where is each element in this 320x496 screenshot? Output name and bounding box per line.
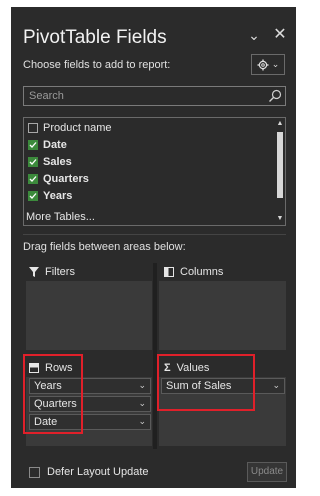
field-item-product-name[interactable]: Product name bbox=[28, 120, 111, 136]
field-list: Product name Date Sales Quarters Years M… bbox=[23, 117, 286, 226]
field-label: Sales bbox=[43, 156, 72, 168]
more-tables-link[interactable]: More Tables... bbox=[26, 211, 95, 223]
checkbox-unchecked[interactable] bbox=[28, 123, 38, 133]
close-icon[interactable]: ✕ bbox=[270, 25, 290, 45]
scroll-up-icon[interactable]: ▲ bbox=[276, 120, 284, 128]
drag-instruction: Drag fields between areas below: bbox=[23, 241, 186, 253]
field-item-years[interactable]: Years bbox=[28, 188, 72, 204]
checkbox-checked[interactable] bbox=[28, 191, 38, 201]
values-highlight-box bbox=[157, 354, 255, 411]
rows-highlight-box bbox=[23, 354, 83, 434]
columns-area-label: Columns bbox=[164, 266, 223, 278]
columns-drop-area[interactable] bbox=[159, 281, 286, 350]
columns-icon bbox=[164, 267, 174, 277]
search-icon[interactable] bbox=[268, 89, 282, 103]
chevron-down-icon[interactable]: ⌄ bbox=[138, 416, 146, 427]
checkbox-unchecked[interactable] bbox=[29, 466, 40, 478]
pivottable-fields-pane: PivotTable Fields ⌄ ✕ Choose fields to a… bbox=[11, 7, 296, 488]
choose-fields-label: Choose fields to add to report: bbox=[23, 59, 171, 71]
checkmark-icon bbox=[29, 176, 37, 182]
checkmark-icon bbox=[29, 142, 37, 148]
chevron-down-icon[interactable]: ⌄ bbox=[138, 398, 146, 409]
chevron-down-icon[interactable]: ⌄ bbox=[138, 380, 146, 391]
filter-icon bbox=[29, 267, 39, 277]
field-item-date[interactable]: Date bbox=[28, 137, 67, 153]
tools-settings-button[interactable]: ⌄ bbox=[251, 54, 285, 75]
scrollbar-thumb[interactable] bbox=[277, 132, 283, 198]
field-label: Years bbox=[43, 190, 73, 202]
columns-label: Columns bbox=[180, 266, 224, 278]
scroll-down-icon[interactable]: ▼ bbox=[276, 215, 284, 223]
update-button[interactable]: Update bbox=[247, 462, 287, 482]
defer-label: Defer Layout Update bbox=[47, 466, 149, 478]
gear-icon bbox=[257, 59, 269, 70]
filters-drop-area[interactable] bbox=[26, 281, 152, 350]
field-item-sales[interactable]: Sales bbox=[28, 154, 72, 170]
checkbox-checked[interactable] bbox=[28, 174, 38, 184]
filters-area-label: Filters bbox=[29, 266, 75, 278]
field-label: Product name bbox=[43, 122, 112, 134]
checkmark-icon bbox=[29, 159, 37, 165]
checkbox-checked[interactable] bbox=[28, 157, 38, 167]
checkmark-icon bbox=[29, 193, 37, 199]
field-item-quarters[interactable]: Quarters bbox=[28, 171, 89, 187]
field-list-scrollbar[interactable]: ▲ ▼ bbox=[276, 120, 284, 223]
search-input[interactable]: Search bbox=[23, 86, 286, 106]
chevron-down-icon: ⌄ bbox=[271, 59, 280, 69]
field-label: Quarters bbox=[43, 173, 89, 185]
filters-label: Filters bbox=[45, 266, 75, 278]
chevron-down-icon[interactable]: ⌄ bbox=[272, 380, 280, 391]
chevron-down-icon[interactable]: ⌄ bbox=[244, 25, 264, 45]
section-divider bbox=[23, 234, 286, 235]
search-placeholder: Search bbox=[29, 90, 64, 102]
checkbox-checked[interactable] bbox=[28, 140, 38, 150]
pane-title: PivotTable Fields bbox=[23, 27, 167, 48]
defer-layout-update[interactable]: Defer Layout Update bbox=[29, 466, 149, 478]
field-label: Date bbox=[43, 139, 67, 151]
